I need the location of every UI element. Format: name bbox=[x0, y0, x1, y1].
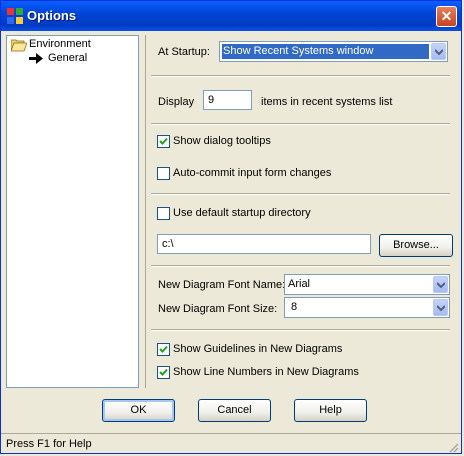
checkmark-icon bbox=[159, 368, 168, 376]
font-size-label: New Diagram Font Size: bbox=[158, 303, 278, 315]
show-tooltips-checkbox[interactable] bbox=[157, 135, 170, 148]
separator bbox=[151, 75, 450, 77]
font-name-label: New Diagram Font Name: bbox=[158, 279, 286, 291]
resize-grip-icon[interactable] bbox=[447, 441, 459, 453]
status-text: Press F1 for Help bbox=[6, 438, 92, 450]
font-name-value: Arial bbox=[288, 278, 311, 290]
font-size-value: 8 bbox=[291, 301, 298, 313]
separator bbox=[151, 265, 450, 267]
chevron-down-icon bbox=[435, 49, 443, 55]
line-numbers-checkbox[interactable] bbox=[157, 366, 170, 379]
auto-commit-checkbox[interactable] bbox=[157, 167, 170, 180]
directory-input[interactable]: c:\ bbox=[157, 234, 371, 254]
window-title: Options bbox=[27, 8, 77, 23]
close-icon: ✕ bbox=[440, 8, 453, 24]
startup-dropdown-button[interactable] bbox=[431, 43, 446, 60]
app-icon bbox=[7, 8, 23, 24]
category-tree[interactable]: Environment General bbox=[6, 35, 139, 388]
line-numbers-label[interactable]: Show Line Numbers in New Diagrams bbox=[173, 366, 359, 378]
chevron-down-icon bbox=[437, 305, 445, 311]
tree-item-general[interactable]: General bbox=[48, 52, 87, 64]
status-bar: Press F1 for Help bbox=[1, 433, 461, 455]
checkmark-icon bbox=[159, 345, 168, 353]
at-startup-label: At Startup: bbox=[158, 46, 210, 58]
checkmark-icon bbox=[159, 137, 168, 145]
font-name-dropdown[interactable]: Arial bbox=[284, 274, 450, 295]
ok-button[interactable]: OK bbox=[102, 399, 175, 422]
default-dir-label[interactable]: Use default startup directory bbox=[173, 207, 311, 219]
startup-dropdown[interactable]: Show Recent Systems window bbox=[219, 41, 448, 62]
open-folder-icon bbox=[11, 39, 27, 52]
display-label: Display bbox=[158, 96, 195, 108]
recent-count-suffix: items in recent systems list bbox=[261, 96, 393, 108]
font-size-dropdown-button[interactable] bbox=[433, 299, 448, 316]
show-tooltips-label[interactable]: Show dialog tooltips bbox=[173, 135, 271, 147]
default-dir-checkbox[interactable] bbox=[157, 207, 170, 220]
separator bbox=[151, 329, 450, 331]
cancel-button[interactable]: Cancel bbox=[198, 399, 271, 422]
chevron-down-icon bbox=[437, 282, 445, 288]
separator bbox=[151, 123, 450, 125]
font-name-dropdown-button[interactable] bbox=[433, 276, 448, 293]
options-window: Options ✕ Environment General At Startup… bbox=[0, 0, 462, 454]
auto-commit-label[interactable]: Auto-commit input form changes bbox=[173, 167, 331, 179]
font-size-dropdown[interactable]: 8 bbox=[284, 297, 450, 318]
startup-dropdown-value: Show Recent Systems window bbox=[223, 45, 374, 57]
guidelines-label[interactable]: Show Guidelines in New Diagrams bbox=[173, 343, 342, 355]
help-button[interactable]: Help bbox=[294, 399, 367, 422]
separator bbox=[151, 193, 450, 195]
tree-item-environment[interactable]: Environment bbox=[29, 38, 91, 50]
title-bar[interactable]: Options ✕ bbox=[1, 1, 461, 31]
recent-count-input[interactable]: 9 bbox=[203, 90, 252, 110]
guidelines-checkbox[interactable] bbox=[157, 343, 170, 356]
arrow-right-icon bbox=[29, 53, 43, 64]
browse-button[interactable]: Browse... bbox=[379, 234, 453, 257]
close-button[interactable]: ✕ bbox=[436, 6, 457, 27]
